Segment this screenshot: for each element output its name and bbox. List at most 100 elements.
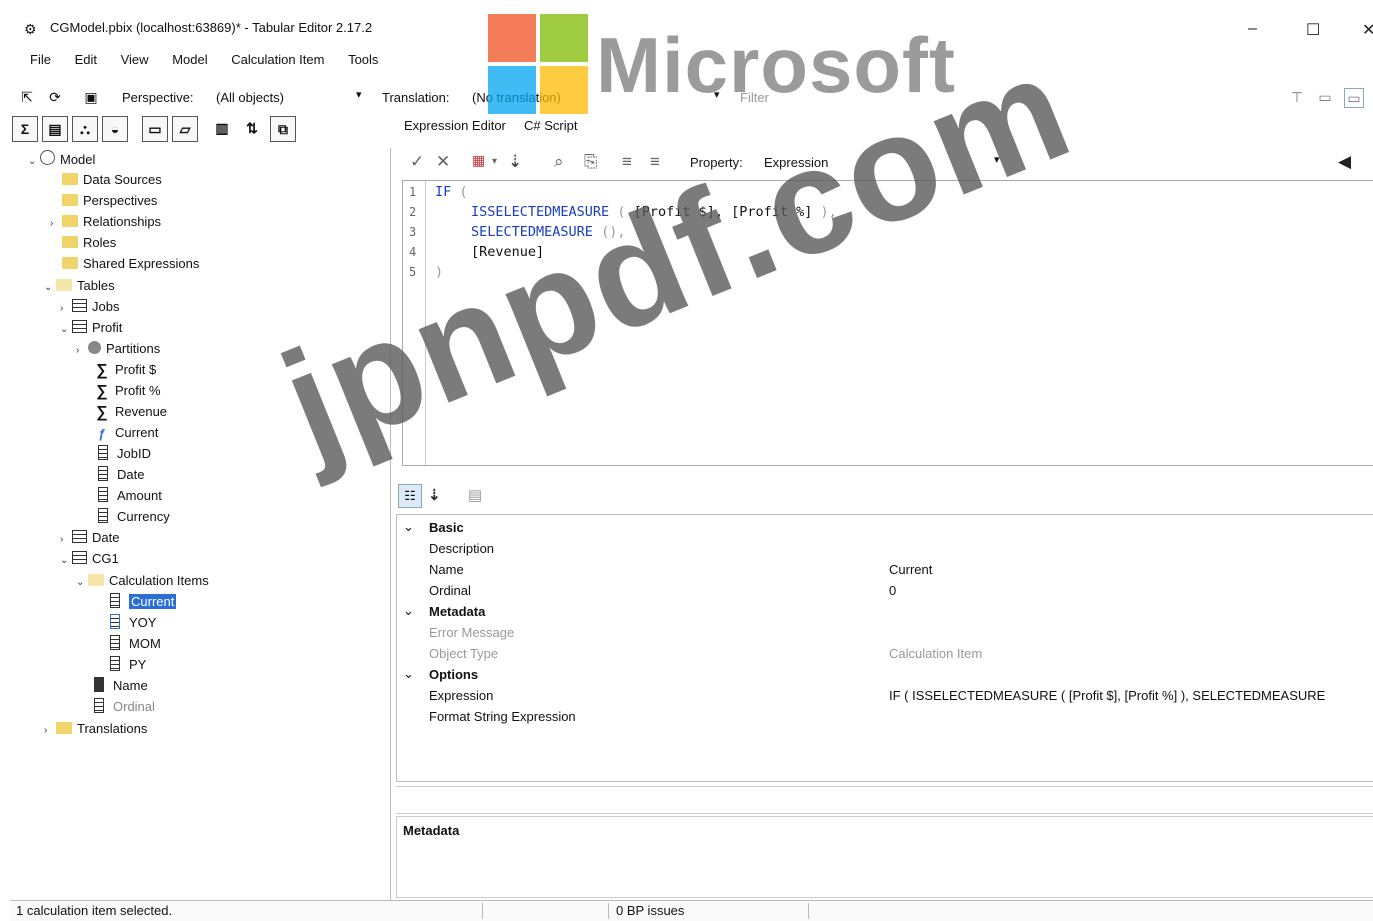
tab-csharp-script[interactable]: C# Script — [524, 118, 577, 133]
show-columns-icon[interactable]: ▤ — [42, 116, 68, 142]
tree-node-name[interactable]: Name — [94, 677, 148, 695]
property-ordinal-label[interactable]: Ordinal — [429, 583, 471, 598]
tree-node-item-yoy[interactable]: YOY — [110, 614, 156, 632]
tree-node-item-current[interactable]: Current — [110, 593, 177, 611]
menu-model[interactable]: Model — [172, 52, 207, 67]
tree-node-amount[interactable]: Amount — [98, 487, 162, 505]
line-number: 4 — [409, 245, 417, 259]
tab-expression-editor[interactable]: Expression Editor — [404, 118, 506, 133]
folder-icon — [62, 215, 78, 227]
tree-node-profit[interactable]: ⌄ Profit — [60, 319, 122, 337]
tree-node-jobs[interactable]: › Jobs — [60, 298, 119, 316]
property-ordinal-value[interactable]: 0 — [889, 583, 896, 598]
category-basic: Basic — [429, 520, 464, 535]
filter-icon[interactable]: ⊤ — [1288, 88, 1306, 106]
tree-node-cg1[interactable]: ⌄ CG1 — [60, 550, 119, 568]
tree-node-profit-pct[interactable]: ∑ Profit % — [94, 382, 160, 400]
calculation-group-icon — [72, 551, 87, 564]
table-icon — [72, 530, 87, 543]
maximize-button[interactable]: ☐ — [1306, 20, 1320, 40]
tree-node-jobid[interactable]: JobID — [98, 445, 151, 463]
tree-node-current-column[interactable]: ƒ Current — [94, 424, 158, 442]
tree-node-ordinal[interactable]: Ordinal — [94, 698, 155, 716]
menu-file[interactable]: File — [30, 52, 51, 67]
show-measures-icon[interactable]: Σ — [12, 116, 38, 142]
show-hierarchies-icon[interactable]: ⛬ — [72, 116, 98, 142]
menu-tools[interactable]: Tools — [348, 52, 378, 67]
perspective-select[interactable]: (All objects) — [216, 90, 284, 105]
table-icon — [72, 320, 87, 333]
status-divider — [808, 903, 809, 919]
layout-icon[interactable]: ▭ — [1316, 88, 1334, 106]
show-errors-icon[interactable]: ▱ — [172, 116, 198, 142]
categorized-icon[interactable]: ☷ — [398, 484, 422, 508]
chevron-down-icon[interactable]: ▾ — [492, 156, 497, 167]
collapse-basic-icon[interactable]: ⌄ — [403, 519, 414, 535]
line-number: 1 — [409, 185, 417, 199]
panel-icon[interactable]: ▭ — [1344, 88, 1364, 108]
calculation-item-icon — [110, 656, 120, 671]
tree-node-tables[interactable]: ⌄ Tables — [44, 277, 115, 295]
navigate-back-icon[interactable]: ◀ — [1338, 152, 1351, 172]
open-icon[interactable]: ⇱ — [18, 88, 36, 106]
property-grid[interactable]: ⌄ Basic Description Name Current Ordinal… — [396, 514, 1373, 782]
minimize-button[interactable]: – — [1248, 20, 1257, 38]
tree-node-date-table[interactable]: › Date — [60, 529, 119, 547]
refresh-icon[interactable]: ⟳ — [46, 88, 64, 106]
columns-view-icon[interactable]: ▥ — [210, 116, 234, 140]
code-line-1: IF ( — [435, 184, 468, 200]
alphabetical-icon[interactable]: ⇣ — [428, 486, 441, 504]
property-name-label[interactable]: Name — [429, 562, 464, 577]
translation-label: Translation: — [382, 90, 450, 105]
menu-calculation-item[interactable]: Calculation Item — [231, 52, 324, 67]
dependencies-icon[interactable]: ⇣ — [508, 152, 522, 172]
show-hidden-icon[interactable]: ▭ — [142, 116, 168, 142]
property-expression-value[interactable]: IF ( ISSELECTEDMEASURE ( [Profit $], [Pr… — [889, 688, 1373, 703]
collapse-options-icon[interactable]: ⌄ — [403, 666, 414, 682]
tree-node-item-mom[interactable]: MOM — [110, 635, 161, 653]
property-name-value[interactable]: Current — [889, 562, 932, 577]
tree-node-roles[interactable]: Roles — [50, 234, 116, 252]
cancel-icon[interactable]: ✕ — [436, 152, 450, 172]
tree-node-partitions[interactable]: › Partitions — [76, 340, 160, 358]
column-icon — [98, 445, 108, 460]
tree-node-date-column[interactable]: Date — [98, 466, 144, 484]
menu-view[interactable]: View — [121, 52, 149, 67]
comment-icon[interactable]: ≡ — [622, 152, 632, 172]
accept-icon[interactable]: ✓ — [410, 152, 424, 172]
find-icon[interactable]: ⌕ — [554, 152, 564, 172]
replace-icon[interactable]: ⎘ — [584, 152, 598, 172]
property-expression-label[interactable]: Expression — [429, 688, 493, 703]
tree-node-currency[interactable]: Currency — [98, 508, 170, 526]
property-format-string[interactable]: Format String Expression — [429, 709, 576, 724]
tree-node-profit-dollar[interactable]: ∑ Profit $ — [94, 361, 156, 379]
status-bp-issues[interactable]: 0 BP issues — [616, 903, 684, 918]
save-icon[interactable]: ▣ — [82, 88, 100, 106]
tree-node-translations[interactable]: › Translations — [44, 720, 147, 738]
show-partitions-icon[interactable]: ◒ — [102, 116, 128, 142]
collapse-metadata-icon[interactable]: ⌄ — [403, 603, 414, 619]
tree-node-relationships[interactable]: › Relationships — [50, 213, 161, 231]
model-tree[interactable]: ⌄ Model Data Sources Perspectives › Relati… — [14, 148, 391, 900]
sort-icon[interactable]: ⇅ — [240, 116, 264, 140]
dax-format-icon[interactable]: ▦ — [472, 152, 485, 169]
property-description[interactable]: Description — [429, 541, 494, 556]
tree-node-calculation-items[interactable]: ⌄ Calculation Items — [76, 572, 209, 590]
close-button[interactable]: ✕ — [1362, 20, 1373, 40]
display-folders-icon[interactable]: ⧉ — [270, 116, 296, 142]
tree-node-shared-expressions[interactable]: Shared Expressions — [50, 255, 199, 273]
property-error-message[interactable]: Error Message — [429, 625, 514, 640]
model-icon — [40, 150, 55, 165]
tree-node-item-py[interactable]: PY — [110, 656, 146, 674]
table-icon — [72, 299, 87, 312]
tree-node-revenue[interactable]: ∑ Revenue — [94, 403, 167, 421]
folder-icon — [56, 722, 72, 734]
menu-edit[interactable]: Edit — [75, 52, 97, 67]
tree-node-perspectives[interactable]: Perspectives — [50, 192, 157, 210]
property-object-type-label[interactable]: Object Type — [429, 646, 498, 661]
tree-node-model[interactable]: ⌄ Model — [28, 150, 95, 168]
property-pages-icon[interactable]: ▤ — [468, 486, 482, 504]
measure-icon: ∑ — [96, 383, 108, 400]
tree-node-data-sources[interactable]: Data Sources — [50, 171, 162, 189]
chevron-down-icon[interactable]: ▾ — [356, 88, 362, 101]
